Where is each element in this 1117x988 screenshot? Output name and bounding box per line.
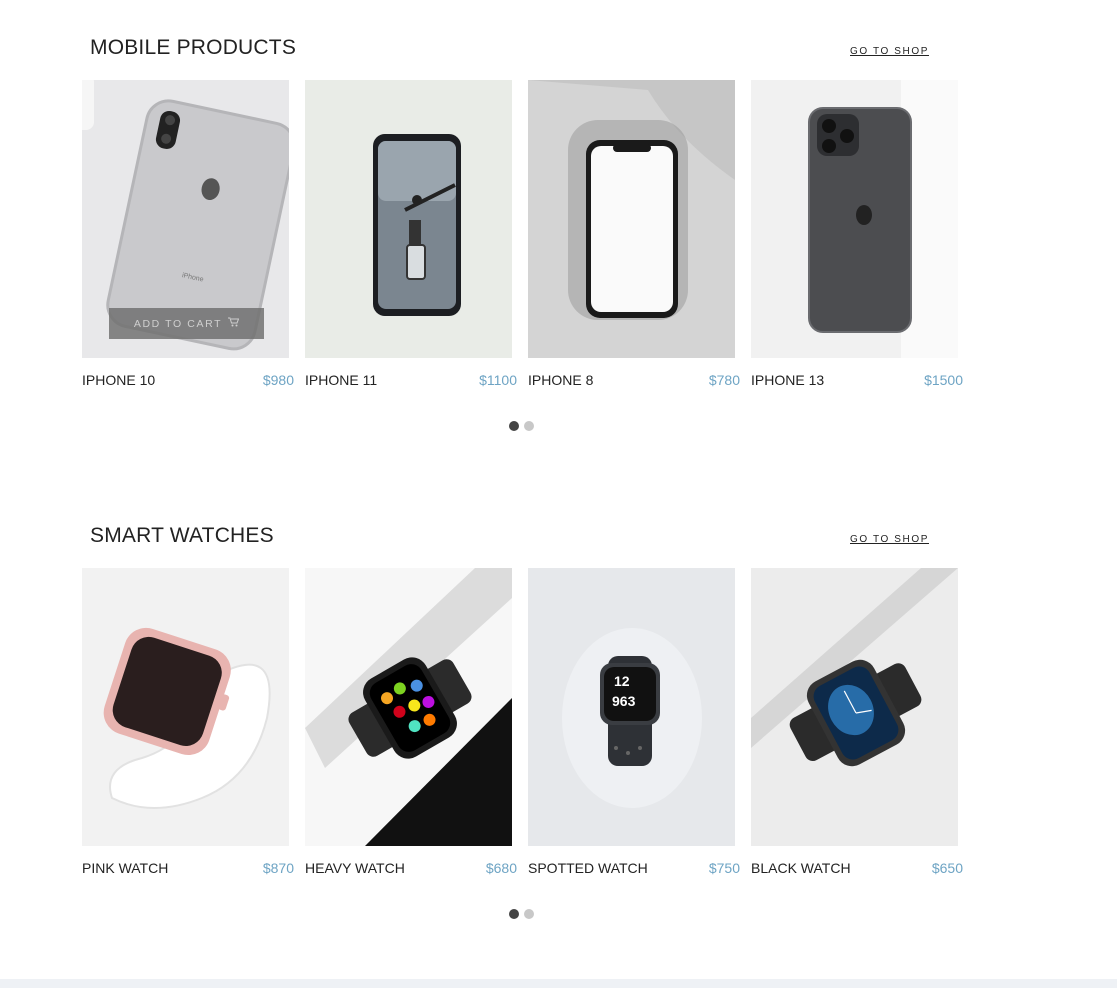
product-name[interactable]: IPHONE 13 [751, 372, 824, 388]
iphone-11-photo [305, 80, 512, 358]
product-price: $780 [708, 372, 740, 388]
product-name[interactable]: IPHONE 11 [305, 372, 377, 388]
add-to-cart-button[interactable]: ADD TO CART [109, 308, 264, 339]
svg-text:12: 12 [614, 673, 630, 689]
iphone-13-photo [751, 80, 958, 358]
cart-icon [228, 317, 240, 330]
go-to-shop-link[interactable]: GO TO SHOP [850, 46, 929, 57]
svg-text:963: 963 [612, 693, 636, 709]
carousel-dot[interactable] [509, 909, 519, 919]
product-price: $750 [708, 860, 740, 876]
carousel-dot[interactable] [524, 909, 534, 919]
product-name[interactable]: SPOTTED WATCH [528, 860, 648, 876]
carousel-dot[interactable] [509, 421, 519, 431]
product-image[interactable] [751, 80, 958, 358]
product-price: $680 [485, 860, 517, 876]
product-price: $870 [262, 860, 294, 876]
product-image[interactable] [528, 80, 735, 358]
section-title: SMART WATCHES [90, 524, 274, 547]
product-image[interactable]: 12 963 [528, 568, 735, 846]
footer-strip [0, 979, 1117, 988]
product-price: $1500 [924, 372, 963, 388]
carousel-pagination [509, 909, 534, 919]
product-price: $980 [262, 372, 294, 388]
product-name[interactable]: IPHONE 10 [82, 372, 155, 388]
product-name[interactable]: BLACK WATCH [751, 860, 851, 876]
heavy-watch-photo [305, 568, 512, 846]
section-title: MOBILE PRODUCTS [90, 36, 297, 59]
iphone-8-photo [528, 80, 735, 358]
black-watch-photo [751, 568, 958, 846]
carousel-dot[interactable] [524, 421, 534, 431]
product-name[interactable]: IPHONE 8 [528, 372, 593, 388]
product-image[interactable] [751, 568, 958, 846]
product-price: $650 [931, 860, 963, 876]
carousel-pagination [509, 421, 534, 431]
product-price: $1100 [479, 372, 517, 388]
pink-watch-photo [82, 568, 289, 846]
product-image[interactable] [305, 568, 512, 846]
product-image[interactable] [82, 568, 289, 846]
product-name[interactable]: HEAVY WATCH [305, 860, 405, 876]
product-image[interactable] [305, 80, 512, 358]
add-to-cart-label: ADD TO CART [133, 317, 223, 330]
product-name[interactable]: PINK WATCH [82, 860, 168, 876]
go-to-shop-link[interactable]: GO TO SHOP [850, 534, 929, 545]
spotted-watch-photo: 12 963 [528, 568, 735, 846]
